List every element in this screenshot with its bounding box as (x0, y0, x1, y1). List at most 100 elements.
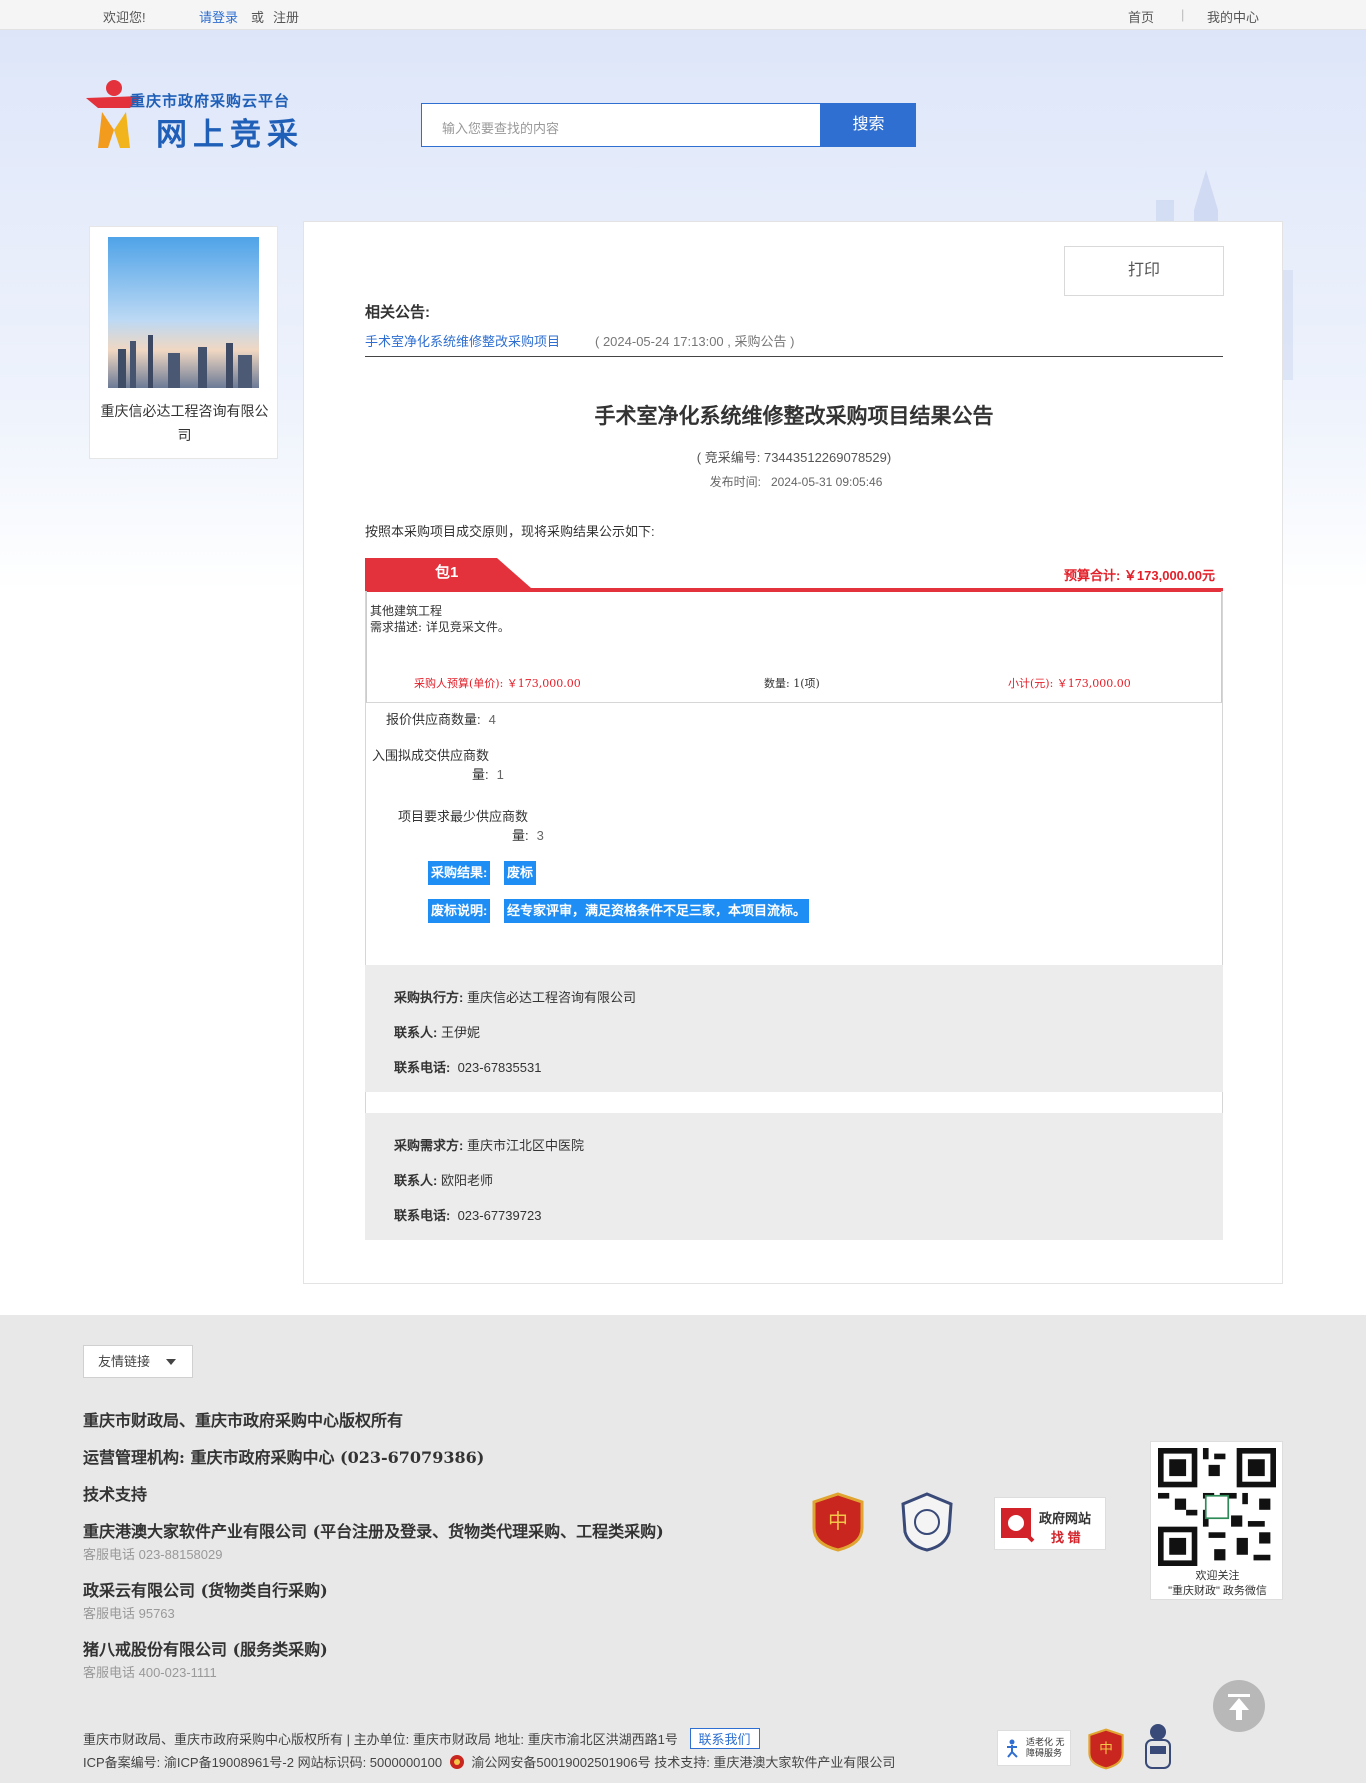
my-center-link[interactable]: 我的中心 (1207, 7, 1259, 26)
item-name: 其他建筑工程 (370, 604, 443, 618)
vendor-1-phone: 客服电话 023-88158029 (83, 1547, 223, 1562)
gov-error-title: 政府网站 (1039, 1511, 1092, 1526)
print-button[interactable]: 打印 (1064, 246, 1224, 296)
footer-police-record[interactable]: 渝公网安备50019002501906号 技术支持: 重庆港澳大家软件产业有限公… (471, 1755, 895, 1770)
police-badge-icon[interactable] (899, 1492, 955, 1552)
vendor-2-phone: 客服电话 95763 (83, 1606, 175, 1621)
contact-us-button[interactable]: 联系我们 (689, 1728, 760, 1749)
friend-links-dropdown[interactable]: 友情链接 (83, 1345, 193, 1378)
search-button[interactable]: 搜索 (821, 103, 916, 147)
bidder-count-label: 报价供应商数量: (386, 712, 481, 727)
package-header: 包1 预算合计: ￥173,000.00元 (365, 558, 1223, 592)
company-card[interactable]: 重庆信必达工程咨询有限公司 (89, 226, 278, 459)
party-gov-badge-icon[interactable]: 中 (812, 1492, 864, 1552)
executor-phone-row: 联系电话: 023-67835531 (394, 1057, 541, 1076)
logo-subtitle: 重庆市政府采购云平台 (130, 93, 291, 110)
executor-info: 采购执行方: 重庆信必达工程咨询有限公司 联系人: 王伊妮 联系电话: 023-… (365, 965, 1223, 1092)
page-title: 手术室净化系统维修整改采购项目结果公告 (594, 405, 994, 428)
related-title: 相关公告: (365, 304, 430, 321)
shortlist-label-end: 量: (472, 767, 489, 782)
demander-contact-label: 联系人: (394, 1173, 438, 1188)
executor-contact-value: 王伊妮 (440, 1025, 480, 1040)
min-supplier-count: 量: 3 (512, 825, 544, 844)
publish-value: 2024-05-31 09:05:46 (770, 475, 883, 489)
arrow-up-icon (1228, 1694, 1250, 1720)
top-bar: 欢迎您! 请登录 或 注册 首页 | 我的中心 (0, 0, 1366, 30)
publish-label: 发布时间: (709, 475, 761, 489)
demander-phone-label: 联系电话: (394, 1208, 451, 1223)
logo-title: 网上竞采 (156, 117, 304, 152)
footer-bottom-line-1: 重庆市财政局、重庆市政府采购中心版权所有 | 主办单位: 重庆市财政局 地址: … (83, 1728, 760, 1749)
gov-error-report-badge[interactable]: 政府网站 找 错 (994, 1497, 1106, 1550)
reason-label: 废标说明: (428, 899, 491, 923)
quantity: 数量: 1(项) (764, 677, 820, 690)
friend-links-label: 友情链接 (98, 1354, 151, 1369)
executor-phone-label: 联系电话: (394, 1060, 451, 1075)
register-link[interactable]: 注册 (273, 7, 299, 26)
qr-code-icon (1158, 1448, 1276, 1566)
demander-label: 采购需求方: (394, 1138, 464, 1153)
login-link[interactable]: 请登录 (199, 7, 238, 26)
magnifier-icon (1001, 1508, 1035, 1543)
footer-icp[interactable]: ICP备案编号: 渝ICP备19008961号-2 网站标识码: 5000000… (83, 1755, 442, 1770)
party-gov-small-badge-icon[interactable]: 中 (1088, 1727, 1124, 1771)
announcement-panel: 打印 相关公告: 手术室净化系统维修整改采购项目 ( 2024-05-24 17… (303, 221, 1283, 1284)
item-description: 需求描述: 详见竞采文件。 (370, 620, 510, 634)
bidder-count: 报价供应商数量: 4 (386, 709, 496, 728)
home-link[interactable]: 首页 (1128, 7, 1154, 26)
elder-friendly-label: 适老化 无障碍服务 (1026, 1737, 1065, 1758)
executor-contact-row: 联系人: 王伊妮 (394, 1022, 480, 1041)
package-tab[interactable]: 包1 (365, 558, 531, 588)
svg-text:中: 中 (828, 1509, 848, 1533)
executor-phone-value: 023-67835531 (457, 1060, 542, 1075)
vendor-3: 猪八戒股份有限公司 (服务类采购) (83, 1640, 328, 1659)
related-announcement-link[interactable]: 手术室净化系统维修整改采购项目 (365, 331, 560, 350)
publish-time: 发布时间: 2024-05-31 09:05:46 (304, 473, 1284, 490)
svg-text:中: 中 (1099, 1741, 1113, 1757)
police-emblem-icon (449, 1755, 464, 1769)
wechat-qr-card: 欢迎关注 "重庆财政" 政务微信 (1150, 1441, 1283, 1600)
company-name[interactable]: 重庆信必达工程咨询有限公司 (98, 399, 271, 447)
related-announcement-meta: ( 2024-05-24 17:13:00 , 采购公告 ) (595, 334, 795, 349)
elder-friendly-badge[interactable]: 适老化 无障碍服务 (997, 1730, 1071, 1766)
shortlist-count: 量: 1 (472, 764, 504, 783)
or-text: 或 (251, 10, 265, 25)
unit-price: 采购人预算(单价): ￥173,000.00 (414, 677, 581, 690)
executor-label: 采购执行方: (394, 990, 464, 1005)
gov-error-subtitle: 找 错 (1051, 1530, 1081, 1545)
demander-phone-value: 023-67739723 (457, 1208, 542, 1223)
executor-value: 重庆信必达工程咨询有限公司 (466, 990, 636, 1005)
item-row: 其他建筑工程 需求描述: 详见竞采文件。 采购人预算(单价): ￥173,000… (366, 591, 1222, 703)
min-supplier-label: 项目要求最少供应商数 (398, 809, 529, 824)
min-supplier-label-end: 量: (512, 828, 529, 843)
vendor-2: 政采云有限公司 (货物类自行采购) (83, 1581, 328, 1600)
vendor-3-phone: 客服电话 400-023-1111 (83, 1665, 217, 1680)
footer-copyright: 重庆市财政局、重庆市政府采购中心版权所有 (83, 1411, 404, 1430)
back-to-top-button[interactable] (1213, 1680, 1265, 1732)
demander-value: 重庆市江北区中医院 (466, 1138, 584, 1153)
project-code: ( 竞采编号: 73443512269078529) (696, 450, 892, 465)
accessibility-icon (1007, 1739, 1018, 1758)
result-value: 废标 (504, 861, 537, 885)
welcome-text: 欢迎您! (103, 10, 146, 25)
bidder-count-value: 4 (488, 712, 496, 727)
subtotal: 小计(元): ￥173,000.00 (1008, 677, 1131, 690)
cyber-police-icon[interactable] (1140, 1722, 1176, 1774)
search-input[interactable]: 输入您要查找的内容 (421, 103, 821, 147)
demander-contact-value: 欧阳老师 (440, 1173, 493, 1188)
executor-contact-label: 联系人: (394, 1025, 438, 1040)
footer-operator: 运营管理机构: 重庆市政府采购中心 (023-67079386) (83, 1448, 485, 1467)
footer: 友情链接 重庆市财政局、重庆市政府采购中心版权所有 运营管理机构: 重庆市政府采… (0, 1315, 1366, 1783)
footer-bottom-line-2: ICP备案编号: 渝ICP备19008961号-2 网站标识码: 5000000… (83, 1752, 895, 1771)
footer-bottom-text-1: 重庆市财政局、重庆市政府采购中心版权所有 | 主办单位: 重庆市财政局 地址: … (83, 1732, 678, 1747)
demander-row: 采购需求方: 重庆市江北区中医院 (394, 1135, 584, 1154)
chevron-down-icon (166, 1359, 176, 1365)
budget-total: 预算合计: ￥173,000.00元 (1063, 568, 1215, 583)
divider (365, 356, 1223, 357)
site-logo[interactable]: 重庆市政府采购云平台 网上竞采 (84, 78, 344, 152)
executor-row: 采购执行方: 重庆信必达工程咨询有限公司 (394, 987, 636, 1006)
qr-caption-1: 欢迎关注 (1195, 1570, 1240, 1582)
qr-caption-2: "重庆财政" 政务微信 (1168, 1585, 1267, 1597)
intro-text: 按照本采购项目成交原则，现将采购结果公示如下: (365, 524, 655, 539)
logo-mark-icon (86, 80, 142, 148)
